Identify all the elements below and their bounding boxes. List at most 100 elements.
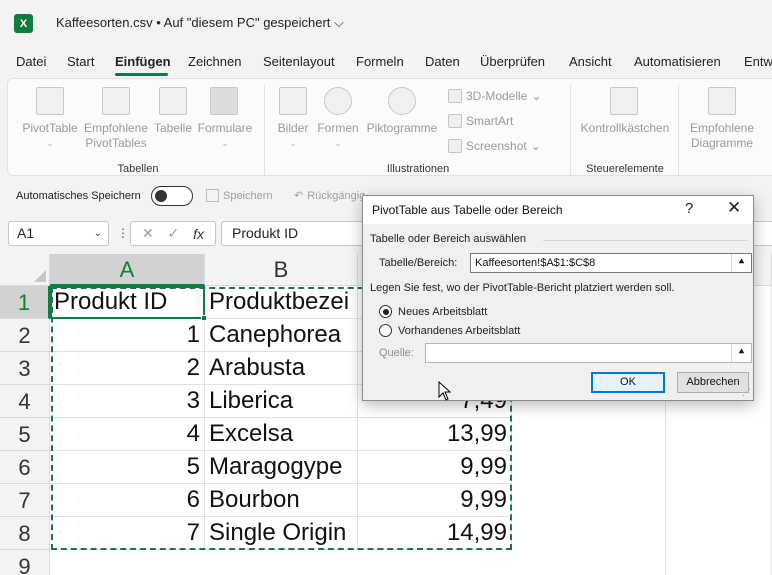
- tab-automatisieren[interactable]: Automatisieren: [634, 54, 721, 69]
- title-bar: X Kaffeesorten.csv • Auf "diesem PC" ges…: [0, 0, 772, 48]
- row-header-8[interactable]: 8: [0, 517, 50, 550]
- row-header-1[interactable]: 1: [0, 286, 50, 319]
- range-collapse-icon[interactable]: ⯅: [731, 254, 751, 272]
- cell-c5[interactable]: 13,99: [358, 418, 512, 451]
- cell-a7[interactable]: 6: [50, 484, 205, 517]
- recommended-charts-button[interactable]: Empfohlene Diagramme: [684, 121, 760, 151]
- pivottable-button[interactable]: PivotTable ⌄: [18, 121, 82, 151]
- cell-a6[interactable]: 5: [50, 451, 205, 484]
- smartart-button[interactable]: SmartArt: [448, 114, 513, 128]
- tab-entwicklertools[interactable]: Entw: [744, 54, 772, 69]
- enter-icon[interactable]: ✓: [168, 225, 180, 242]
- forms-label: Formulare: [197, 121, 253, 135]
- source-input[interactable]: ⯅: [425, 343, 752, 363]
- section-divider: [543, 240, 747, 241]
- checkbox-icon: [610, 87, 638, 115]
- screenshot-icon: [448, 139, 462, 153]
- chevron-down-icon: ⌄: [531, 89, 542, 103]
- resize-grip-icon[interactable]: ⋰: [742, 387, 751, 398]
- shapes-button[interactable]: Formen ⌄: [316, 121, 360, 151]
- chevron-down-icon: ⌄: [221, 139, 229, 148]
- chevron-down-icon: ⌄: [530, 139, 541, 153]
- recommended-pivottables-button[interactable]: Empfohlene PivotTables: [82, 121, 150, 151]
- screenshot-button[interactable]: Screenshot ⌄: [448, 139, 541, 153]
- row-header-6[interactable]: 6: [0, 451, 50, 484]
- cell-a3[interactable]: 2: [50, 352, 205, 385]
- screenshot-label: Screenshot: [466, 139, 527, 153]
- dialog-titlebar: PivotTable aus Tabelle oder Bereich ? ✕: [363, 196, 753, 224]
- ribbon-separator: [678, 85, 679, 175]
- fill-handle[interactable]: [201, 315, 207, 321]
- insert-function-icon[interactable]: fx: [193, 226, 204, 242]
- icons-button[interactable]: Piktogramme: [362, 121, 442, 136]
- icons-icon: [388, 87, 416, 115]
- tab-formeln[interactable]: Formeln: [356, 54, 404, 69]
- help-icon[interactable]: ?: [685, 200, 693, 217]
- save-button[interactable]: Speichern: [206, 189, 273, 202]
- undo-button[interactable]: ↶ Rückgängig: [294, 189, 366, 203]
- cancel-button[interactable]: Abbrechen: [677, 372, 749, 393]
- undo-icon: ↶: [294, 190, 304, 202]
- tab-ansicht[interactable]: Ansicht: [569, 54, 612, 69]
- cell-b7[interactable]: Bourbon: [205, 484, 358, 517]
- row-header-7[interactable]: 7: [0, 484, 50, 517]
- column-header-b[interactable]: B: [205, 254, 358, 286]
- group-label-steuerelemente: Steuerelemente: [586, 163, 664, 175]
- cell-a8[interactable]: 7: [50, 517, 205, 550]
- cell-b1[interactable]: Produktbezei: [205, 286, 358, 319]
- row-header-4[interactable]: 4: [0, 385, 50, 418]
- name-box[interactable]: A1 ⌄: [8, 221, 109, 246]
- close-icon[interactable]: ✕: [727, 198, 741, 218]
- cell-b5[interactable]: Excelsa: [205, 418, 358, 451]
- range-collapse-icon[interactable]: ⯅: [731, 344, 751, 362]
- tab-start[interactable]: Start: [67, 54, 94, 69]
- column-header-a[interactable]: A: [50, 254, 205, 286]
- ribbon: PivotTable ⌄ Empfohlene PivotTables Tabel…: [7, 78, 772, 176]
- radio-existing-worksheet-label[interactable]: Vorhandenes Arbeitsblatt: [398, 325, 520, 337]
- formula-bar-grip: ⋮: [117, 226, 129, 240]
- 3d-models-button[interactable]: 3D-Modelle ⌄: [448, 89, 541, 103]
- range-input[interactable]: Kaffeesorten!$A$1:$C$8 ⯅: [470, 253, 752, 273]
- pictures-label: Bilder: [277, 121, 309, 135]
- cell-c7[interactable]: 9,99: [358, 484, 512, 517]
- pivottable-icon: [36, 87, 64, 115]
- table-button[interactable]: Tabelle: [152, 121, 194, 136]
- radio-new-worksheet-label[interactable]: Neues Arbeitsblatt: [398, 306, 487, 318]
- ok-button[interactable]: OK: [591, 372, 665, 393]
- cell-b6[interactable]: Maragogype: [205, 451, 358, 484]
- cell-a2[interactable]: 1: [50, 319, 205, 352]
- select-all-corner[interactable]: [0, 254, 50, 286]
- cell-c8[interactable]: 14,99: [358, 517, 512, 550]
- pictures-button[interactable]: Bilder ⌄: [272, 121, 314, 151]
- row-header-9[interactable]: 9: [0, 550, 50, 575]
- cell-a5[interactable]: 4: [50, 418, 205, 451]
- cell-b3[interactable]: Arabusta: [205, 352, 358, 385]
- smartart-label: SmartArt: [466, 114, 514, 128]
- cell-a1[interactable]: Produkt ID: [50, 286, 205, 319]
- tab-daten[interactable]: Daten: [425, 54, 460, 69]
- document-title[interactable]: Kaffeesorten.csv • Auf "diesem PC" gespe…: [56, 15, 344, 31]
- cell-c6[interactable]: 9,99: [358, 451, 512, 484]
- radio-existing-worksheet[interactable]: [379, 324, 392, 337]
- tab-zeichnen[interactable]: Zeichnen: [188, 54, 241, 69]
- row-header-5[interactable]: 5: [0, 418, 50, 451]
- shapes-icon: [324, 87, 352, 115]
- autosave-toggle[interactable]: [151, 186, 193, 206]
- cell-b4[interactable]: Liberica: [205, 385, 358, 418]
- cell-b2[interactable]: Canephorea: [205, 319, 358, 352]
- dialog-title: PivotTable aus Tabelle oder Bereich: [372, 203, 563, 217]
- cell-a4[interactable]: 3: [50, 385, 205, 418]
- radio-new-worksheet[interactable]: [379, 305, 392, 318]
- row-header-3[interactable]: 3: [0, 352, 50, 385]
- cell-b8[interactable]: Single Origin: [205, 517, 358, 550]
- tab-datei[interactable]: Datei: [16, 54, 46, 69]
- tab-seitenlayout[interactable]: Seitenlayout: [263, 54, 335, 69]
- tab-ueberpruefen[interactable]: Überprüfen: [480, 54, 545, 69]
- forms-button[interactable]: Formulare ⌄: [196, 121, 254, 151]
- pivottable-label: PivotTable: [22, 121, 78, 135]
- tab-einfuegen[interactable]: Einfügen: [115, 54, 171, 69]
- row-header-2[interactable]: 2: [0, 319, 50, 352]
- checkbox-button[interactable]: Kontrollkästchen: [576, 121, 674, 136]
- undo-label: Rückgängig: [307, 189, 366, 202]
- cancel-icon[interactable]: ✕: [142, 225, 154, 242]
